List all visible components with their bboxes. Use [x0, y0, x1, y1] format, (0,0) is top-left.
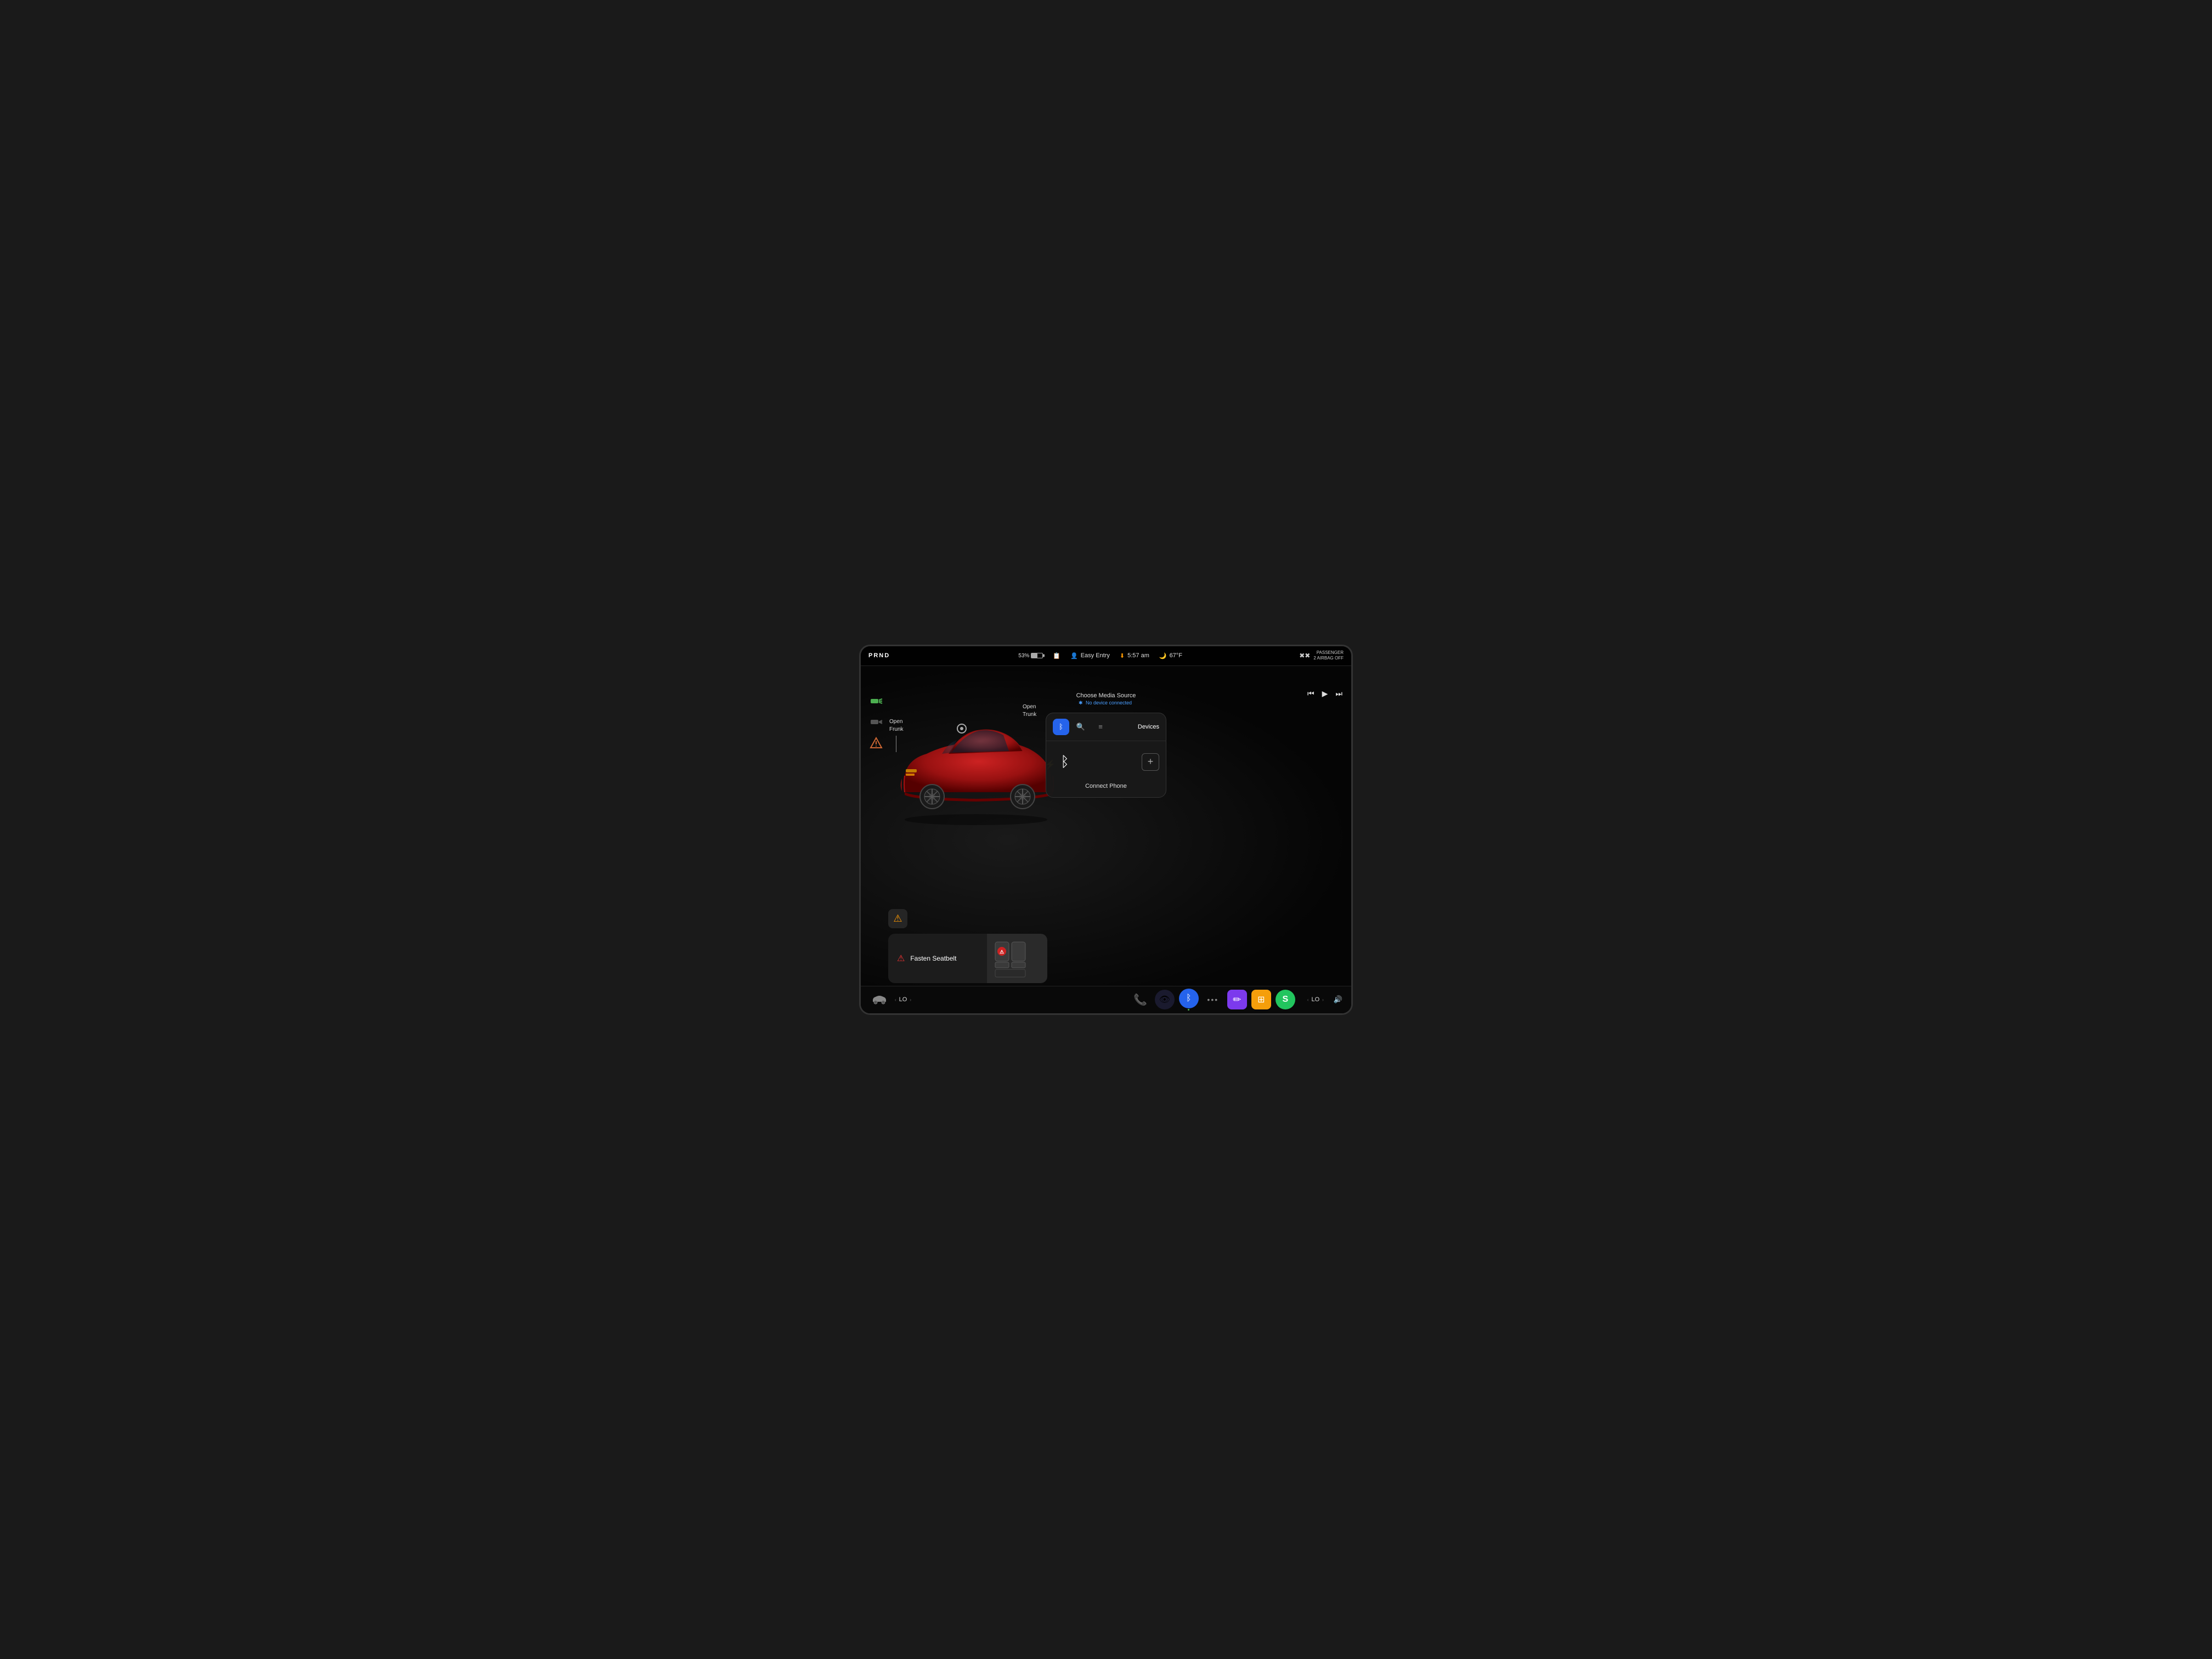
seatbelt-warning: ⚠ Fasten Seatbelt ⚠	[888, 934, 1047, 983]
left-temp-down[interactable]: ‹	[895, 997, 896, 1002]
volume-control[interactable]: 🔊	[1334, 995, 1342, 1004]
layers-icon: ⊞	[1257, 994, 1265, 1005]
right-temp-up[interactable]: ›	[1322, 997, 1324, 1002]
passenger-airbag-text: PASSENGER 2 AIRBAG OFF	[1313, 650, 1344, 662]
camera-icon: 👁	[1159, 994, 1170, 1005]
easy-entry-item[interactable]: 👤 Easy Entry	[1070, 652, 1110, 659]
time-item: ⬇ 5:57 am	[1120, 652, 1149, 659]
open-trunk-button[interactable]: OpenTrunk	[1023, 703, 1036, 719]
bluetooth-panel: ᛒ 🔍 ≡ Devices ᛒ + Connect Phone	[1046, 713, 1166, 798]
bluetooth-large-symbol: ᛒ	[1060, 753, 1069, 770]
taskbar-apps: 📞 👁 ᛒ ••• ✏ ⊞	[1131, 989, 1295, 1011]
open-trunk-text: OpenTrunk	[1023, 704, 1036, 718]
seat-layout-svg: ⚠	[992, 939, 1042, 978]
bluetooth-sub-icon: ✱	[1079, 700, 1083, 706]
bt-add-button[interactable]: +	[1142, 753, 1159, 771]
seatbelt-warning-text: Fasten Seatbelt	[910, 955, 956, 962]
status-right: ✖✖ PASSENGER 2 AIRBAG OFF	[1299, 650, 1344, 662]
bt-large-icon: ᛒ	[1053, 750, 1077, 774]
open-frunk-text: OpenFrunk	[889, 719, 904, 732]
bt-tab-bluetooth-icon: ᛒ	[1059, 723, 1063, 731]
taskbar-car-icon[interactable]	[870, 990, 889, 1009]
bt-connect-phone-label[interactable]: Connect Phone	[1046, 783, 1166, 797]
battery-fill	[1031, 653, 1037, 658]
left-icons	[868, 693, 884, 751]
bt-add-icon: +	[1148, 756, 1154, 768]
tesla-screen: PRND 53% 📋 👤 Easy Entry ⬇ 5:57 am 🌙	[859, 645, 1353, 1015]
right-temp-value: LO	[1311, 996, 1319, 1003]
transfer-icon-item: 📋	[1053, 652, 1060, 659]
weather-item: 🌙 67°F	[1159, 652, 1182, 659]
temperature-display: 67°F	[1170, 652, 1182, 659]
hazard-icon[interactable]	[868, 735, 884, 751]
app-layers[interactable]: ⊞	[1251, 990, 1271, 1009]
bluetooth-app-icon: ᛒ	[1186, 994, 1192, 1003]
battery-percentage: 53%	[1018, 653, 1029, 659]
left-temp-up[interactable]: ›	[910, 997, 911, 1002]
play-pause-button[interactable]: ▶	[1322, 689, 1328, 698]
bt-tab-bluetooth[interactable]: ᛒ	[1053, 719, 1069, 735]
download-icon: ⬇	[1120, 652, 1125, 659]
warning-badge[interactable]: ⚠	[888, 909, 907, 928]
beam-icon[interactable]	[868, 714, 884, 730]
next-track-button[interactable]: ⏭	[1335, 689, 1342, 698]
media-source-popup: Choose Media Source ✱ No device connecte…	[1072, 688, 1141, 710]
open-frunk-button[interactable]: OpenFrunk	[889, 718, 904, 752]
taskbar: ‹ LO › 📞 👁 ᛒ •••	[861, 986, 1351, 1013]
prnd-display: PRND	[868, 652, 901, 659]
bt-tab-search[interactable]: 🔍	[1073, 719, 1089, 735]
bt-devices-label: Devices	[1138, 724, 1159, 730]
seatbelt-text-area: ⚠ Fasten Seatbelt	[888, 953, 987, 964]
bt-body: ᛒ +	[1046, 741, 1166, 783]
finance-icon: S	[1282, 995, 1288, 1005]
media-source-title: Choose Media Source	[1076, 692, 1136, 699]
phone-icon: 📞	[1133, 993, 1147, 1007]
right-temp-control: ‹ LO ›	[1307, 996, 1324, 1003]
battery-icon	[1031, 653, 1043, 658]
pen-icon: ✏	[1233, 994, 1241, 1006]
app-camera[interactable]: 👁	[1155, 990, 1175, 1009]
car-icon-svg	[871, 994, 888, 1005]
app-pen[interactable]: ✏	[1227, 990, 1247, 1009]
bluetooth-active-indicator	[1188, 1009, 1189, 1011]
person-icon: 👤	[1070, 652, 1078, 659]
car-svg: ⚡	[883, 704, 1069, 825]
prev-track-button[interactable]: ⏮	[1307, 689, 1314, 698]
app-bluetooth-wrapper: ᛒ	[1179, 989, 1199, 1011]
moon-icon: 🌙	[1159, 652, 1167, 659]
svg-text:⚠: ⚠	[1000, 949, 1004, 955]
airbag-line1: PASSENGER	[1313, 650, 1344, 656]
frunk-connector	[957, 724, 967, 733]
right-temp-down[interactable]: ‹	[1307, 997, 1309, 1002]
app-bluetooth[interactable]: ᛒ	[1179, 989, 1199, 1008]
media-source-sub: ✱ No device connected	[1076, 700, 1136, 706]
app-phone[interactable]: 📞	[1131, 990, 1150, 1009]
airbag-line2: 2 AIRBAG OFF	[1313, 656, 1344, 661]
time-display: 5:57 am	[1127, 652, 1149, 659]
volume-icon: 🔊	[1334, 995, 1342, 1004]
easy-entry-label: Easy Entry	[1081, 652, 1110, 659]
more-icon: •••	[1207, 995, 1218, 1004]
airbag-icon: ✖✖	[1299, 652, 1310, 659]
headlights-icon[interactable]	[868, 693, 884, 709]
app-finance[interactable]: S	[1276, 990, 1295, 1009]
app-more[interactable]: •••	[1203, 990, 1223, 1009]
status-bar: PRND 53% 📋 👤 Easy Entry ⬇ 5:57 am 🌙	[861, 646, 1351, 666]
list-icon: ≡	[1098, 723, 1103, 731]
seat-diagram: ⚠	[987, 934, 1047, 983]
bt-tabs: ᛒ 🔍 ≡ Devices	[1046, 713, 1166, 741]
search-icon: 🔍	[1076, 723, 1085, 731]
transfer-icon: 📋	[1053, 652, 1060, 659]
seatbelt-warning-icon: ⚠	[897, 953, 905, 964]
status-center: 53% 📋 👤 Easy Entry ⬇ 5:57 am 🌙 67°F	[901, 652, 1299, 659]
battery-status: 53%	[1018, 653, 1043, 659]
left-temp-control: ‹ LO ›	[895, 996, 911, 1003]
car-visual: ⚡	[883, 704, 1069, 825]
media-source-subtitle: No device connected	[1086, 700, 1132, 706]
warning-triangle-icon: ⚠	[893, 913, 902, 924]
main-content: ⚡ OpenFrunk OpenTrunk Choose Media Sourc…	[861, 666, 1351, 1013]
left-temp-value: LO	[899, 996, 907, 1003]
bt-tab-list[interactable]: ≡	[1092, 719, 1109, 735]
media-controls: ⏮ ▶ ⏭	[1307, 689, 1342, 698]
